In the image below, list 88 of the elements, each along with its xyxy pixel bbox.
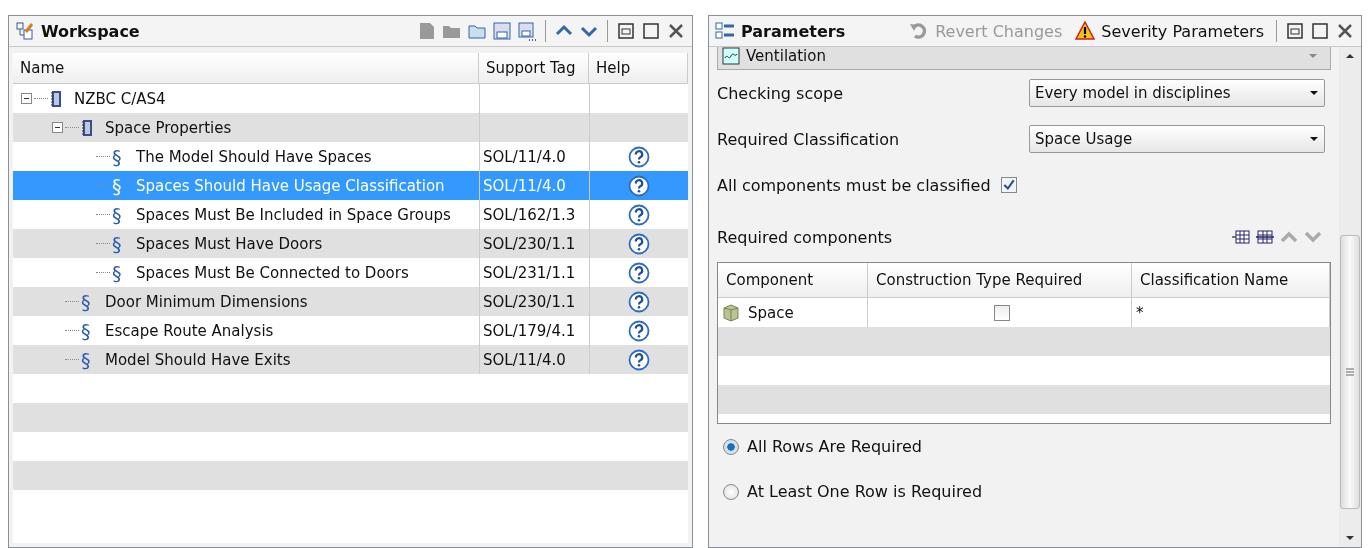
column-header[interactable]: Component — [718, 263, 868, 297]
new-file-icon[interactable] — [417, 21, 437, 41]
ventilation-icon — [722, 47, 740, 65]
checkbox-label: All components must be classified — [717, 175, 991, 195]
section-sign: § — [81, 319, 92, 342]
book-icon — [81, 118, 93, 137]
scroll-thumb[interactable] — [1340, 235, 1360, 509]
column-header[interactable]: Help — [589, 53, 688, 83]
save-icon[interactable] — [492, 21, 512, 41]
tree-item-label: Escape Route Analysis — [105, 321, 274, 340]
radio-button[interactable] — [723, 483, 739, 500]
dropdown-arrow-icon — [1308, 53, 1318, 59]
radio-label: At Least One Row is Required — [747, 482, 983, 501]
help-icon[interactable] — [628, 348, 650, 371]
section-title: Required components — [717, 227, 894, 247]
maximize-icon[interactable] — [1310, 21, 1330, 41]
discipline-dropdown[interactable]: Ventilation — [717, 47, 1331, 70]
book-icon — [50, 89, 62, 108]
support-tag: SOL/231/1.1 — [483, 263, 576, 282]
help-icon[interactable] — [628, 232, 650, 255]
tree-item-label: Space Properties — [105, 118, 232, 137]
panel-title: Parameters — [741, 21, 846, 41]
help-icon[interactable] — [628, 319, 650, 342]
scrollbar[interactable] — [1339, 47, 1361, 547]
cube-icon — [722, 303, 740, 322]
checklist-icon — [715, 21, 735, 41]
select-field[interactable]: Every model in disciplines — [1029, 79, 1325, 107]
table-cell: Space — [748, 303, 794, 322]
support-tag: SOL/11/4.0 — [483, 147, 566, 166]
dropdown-arrow-icon — [1309, 90, 1319, 96]
help-icon[interactable] — [628, 174, 650, 197]
support-tag: SOL/11/4.0 — [483, 350, 566, 369]
tree-item-label: The Model Should Have Spaces — [136, 147, 372, 166]
collapse-icon[interactable] — [21, 93, 32, 104]
restore-icon[interactable] — [1285, 21, 1305, 41]
restore-icon[interactable] — [616, 21, 636, 41]
radio-label: All Rows Are Required — [747, 437, 922, 456]
section-sign: § — [112, 174, 123, 197]
support-tag: SOL/162/1.3 — [483, 205, 576, 224]
tree-item-label: Door Minimum Dimensions — [105, 292, 308, 311]
add-row-icon[interactable] — [1231, 229, 1251, 245]
tree-row[interactable]: Space Properties — [13, 113, 688, 142]
tree-item-label: Spaces Must Have Doors — [136, 234, 323, 253]
warning-icon — [1075, 21, 1096, 41]
scroll-up-icon[interactable] — [1345, 53, 1355, 59]
checkbox[interactable] — [993, 304, 1010, 321]
tree-item-label: NZBC C/AS4 — [74, 89, 166, 108]
section-sign: § — [81, 348, 92, 371]
tree-row[interactable]: § Model Should Have Exits SOL/11/4.0 — [13, 345, 688, 374]
collapse-icon[interactable] — [52, 122, 63, 133]
section-sign: § — [112, 261, 123, 284]
tree-item-label: Spaces Must Be Included in Space Groups — [136, 205, 451, 224]
tree-row[interactable]: § Door Minimum Dimensions SOL/230/1.1 — [13, 287, 688, 316]
help-icon[interactable] — [628, 203, 650, 226]
tree-row[interactable]: § Spaces Must Have Doors SOL/230/1.1 — [13, 229, 688, 258]
section-sign: § — [112, 145, 123, 168]
column-header[interactable]: Classification Name — [1132, 263, 1330, 297]
tree-item-label: Model Should Have Exits — [105, 350, 291, 369]
panel-title: Workspace — [41, 21, 140, 41]
section-sign: § — [81, 290, 92, 313]
save-all-icon[interactable] — [517, 21, 537, 41]
support-tag: SOL/230/1.1 — [483, 292, 576, 311]
help-icon[interactable] — [628, 145, 650, 168]
maximize-icon[interactable] — [641, 21, 661, 41]
tree-item-label: Spaces Must Be Connected to Doors — [136, 263, 409, 282]
support-tag: SOL/179/4.1 — [483, 321, 576, 340]
toolbar-button[interactable]: Severity Parameters — [1071, 21, 1268, 41]
help-icon[interactable] — [628, 290, 650, 313]
section-sign: § — [112, 232, 123, 255]
checkbox[interactable] — [1000, 177, 1017, 193]
section-sign: § — [112, 203, 123, 226]
support-tag: SOL/11/4.0 — [483, 176, 566, 195]
scroll-down-icon[interactable] — [1345, 535, 1355, 541]
field-label: Checking scope — [717, 83, 844, 103]
grip-icon — [1345, 367, 1355, 377]
column-header[interactable]: Support Tag — [479, 53, 589, 83]
support-tag: SOL/230/1.1 — [483, 234, 576, 253]
dropdown-arrow-icon — [1309, 136, 1319, 142]
workspace-icon — [15, 21, 35, 41]
column-header[interactable]: Name — [13, 53, 479, 83]
field-label: Required Classification — [717, 129, 901, 149]
delete-row-icon[interactable] — [1255, 229, 1275, 245]
select-field[interactable]: Space Usage — [1029, 125, 1325, 153]
table-cell: * — [1136, 303, 1144, 322]
radio-button[interactable] — [723, 438, 739, 455]
help-icon[interactable] — [628, 261, 650, 284]
tree-item-label: Spaces Should Have Usage Classification — [136, 176, 445, 195]
column-header[interactable]: Construction Type Required — [868, 263, 1132, 297]
